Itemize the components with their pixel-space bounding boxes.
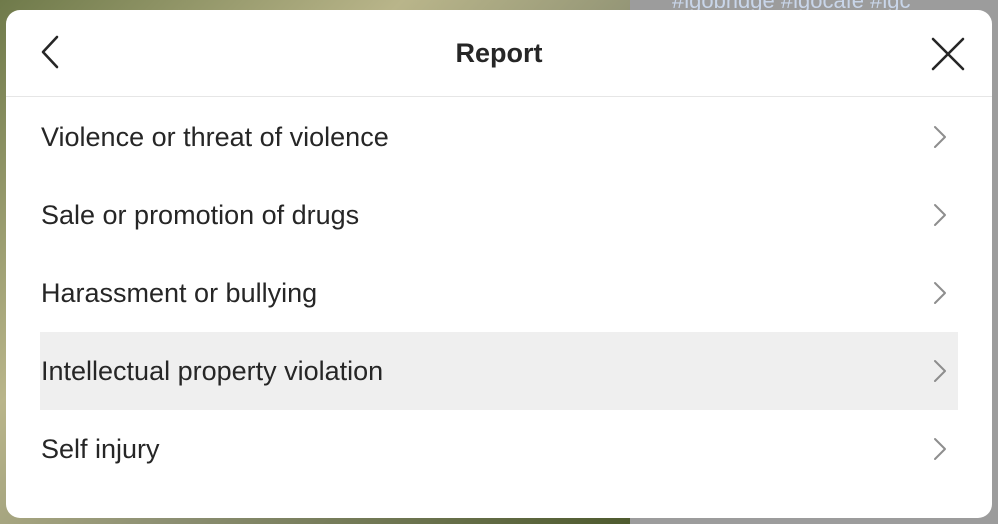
- close-icon: [931, 37, 965, 71]
- chevron-right-icon: [930, 122, 950, 152]
- dialog-header: Report: [6, 10, 992, 97]
- close-button[interactable]: [926, 34, 970, 74]
- option-label: Self injury: [41, 433, 160, 464]
- report-dialog: Report Violence or threat of violence Sa…: [6, 10, 992, 518]
- report-option-intellectual-property[interactable]: Intellectual property violation: [40, 332, 958, 410]
- chevron-right-icon: [930, 434, 950, 464]
- option-label: Sale or promotion of drugs: [41, 199, 360, 230]
- chevron-right-icon: [930, 200, 950, 230]
- report-option-violence[interactable]: Violence or threat of violence: [40, 98, 958, 176]
- option-label: Violence or threat of violence: [41, 121, 389, 152]
- dialog-title: Report: [455, 38, 543, 68]
- chevron-right-icon: [930, 356, 950, 386]
- report-option-drugs[interactable]: Sale or promotion of drugs: [40, 176, 958, 254]
- report-option-self-injury[interactable]: Self injury: [40, 410, 958, 488]
- option-label: Intellectual property violation: [41, 355, 384, 386]
- report-option-harassment[interactable]: Harassment or bullying: [40, 254, 958, 332]
- report-options-list: Violence or threat of violence Sale or p…: [40, 98, 958, 488]
- chevron-right-icon: [930, 278, 950, 308]
- option-label: Harassment or bullying: [41, 277, 318, 308]
